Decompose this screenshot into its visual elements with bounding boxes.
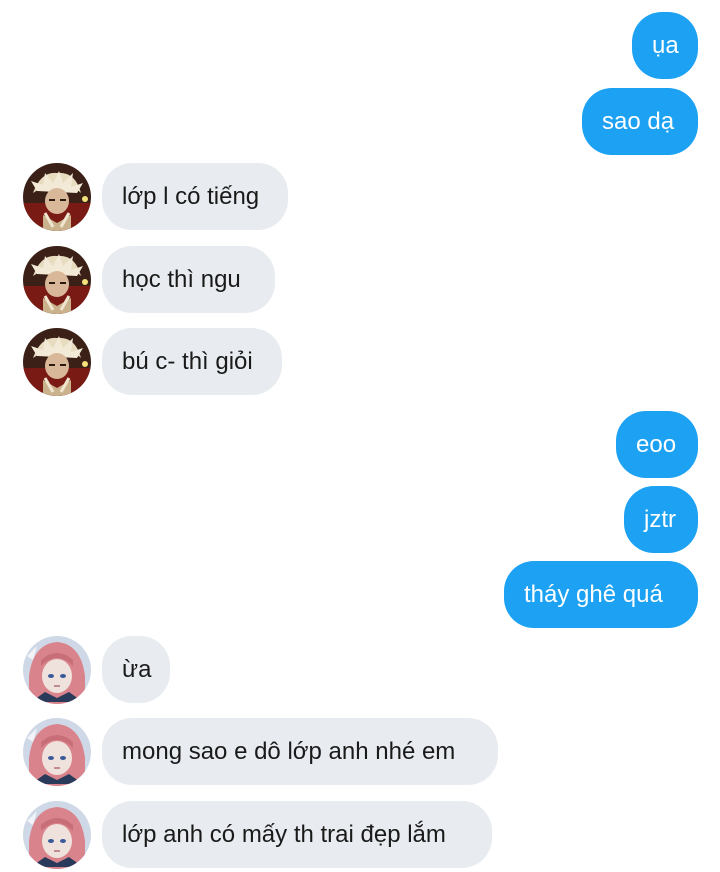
incoming-message[interactable]: lớp anh có mấy th trai đẹp lắm [102, 801, 492, 868]
sender-avatar[interactable] [23, 636, 91, 704]
sender-avatar[interactable] [23, 328, 91, 396]
avatar-a-image [23, 328, 91, 396]
sender-avatar[interactable] [23, 718, 91, 786]
sender-avatar[interactable] [23, 163, 91, 231]
sender-avatar[interactable] [23, 801, 91, 869]
incoming-message[interactable]: lớp l có tiếng [102, 163, 288, 230]
avatar-b-image [23, 636, 91, 704]
incoming-message[interactable]: học thì ngu [102, 246, 275, 313]
incoming-message[interactable]: ừa [102, 636, 170, 703]
outgoing-message[interactable]: ụa [632, 12, 698, 79]
outgoing-message[interactable]: tháy ghê quá [504, 561, 698, 628]
incoming-message[interactable]: mong sao e dô lớp anh nhé em [102, 718, 498, 785]
avatar-a-image [23, 246, 91, 314]
outgoing-message[interactable]: sao dạ [582, 88, 698, 155]
outgoing-message[interactable]: jztr [624, 486, 698, 553]
avatar-b-image [23, 801, 91, 869]
sender-avatar[interactable] [23, 246, 91, 314]
avatar-a-image [23, 163, 91, 231]
incoming-message[interactable]: bú c- thì giỏi [102, 328, 282, 395]
avatar-b-image [23, 718, 91, 786]
outgoing-message[interactable]: eoo [616, 411, 698, 478]
